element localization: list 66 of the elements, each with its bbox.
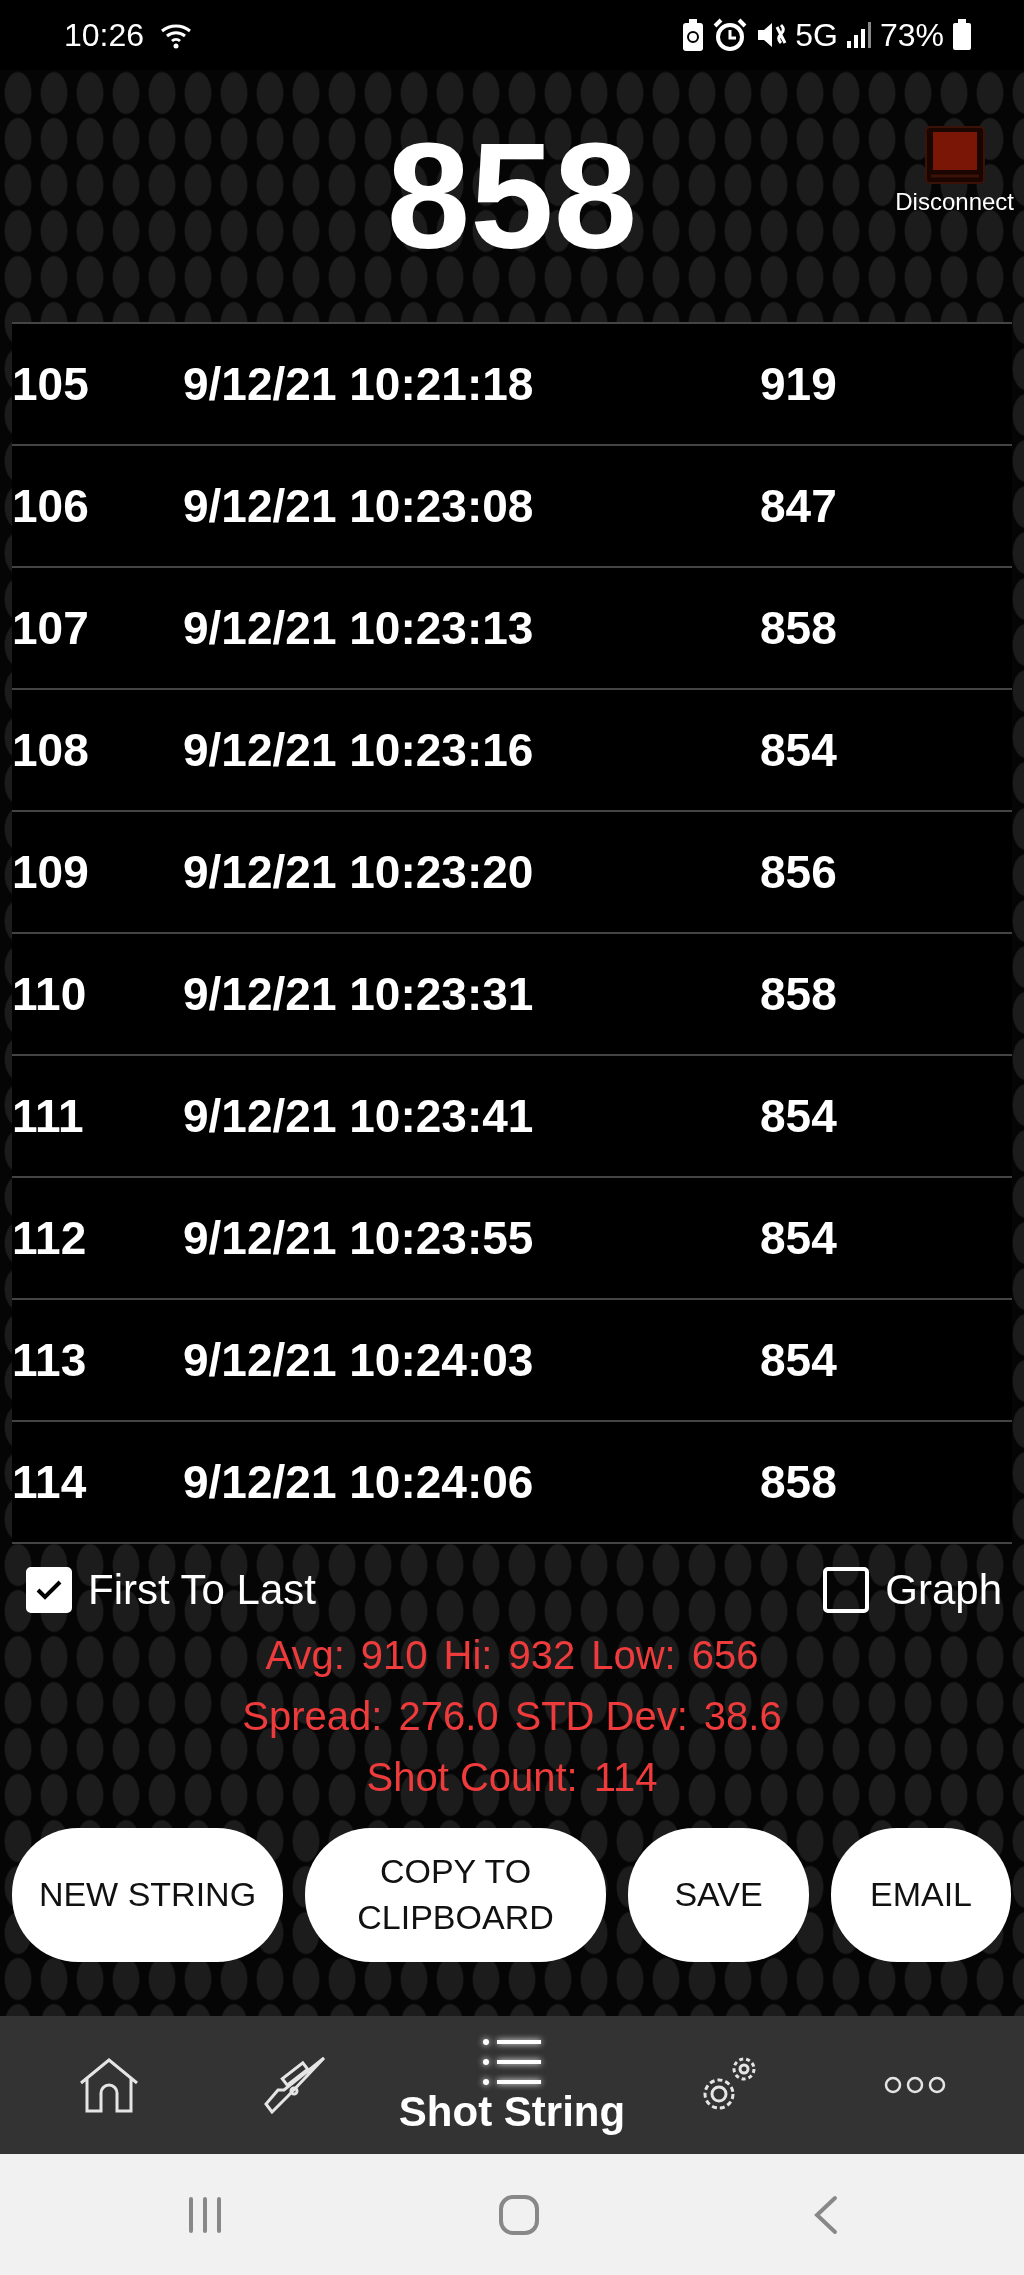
shot-time: 9/12/21 10:23:13 [183,600,535,656]
shot-time: 9/12/21 10:21:18 [183,356,535,412]
disconnect-label[interactable]: Disconnect [895,184,1014,220]
battery-saver-icon [681,18,706,52]
shot-time: 9/12/21 10:23:31 [183,966,535,1022]
shot-number: 112 [12,1210,88,1266]
more-icon [883,2076,946,2094]
shot-number: 108 [12,722,90,778]
shot-velocity: 858 [760,600,837,656]
signal-icon [845,21,872,49]
action-button[interactable]: SAVE [628,1828,809,1962]
stat-value: 932 [508,1632,576,1679]
checkbox[interactable] [26,1566,72,1613]
stat-label: Spread: [242,1693,383,1740]
stat-value: 910 [360,1632,428,1679]
home-icon [79,2057,140,2113]
stat-label: Shot Count: [366,1754,578,1801]
shot-time: 9/12/21 10:24:03 [183,1332,535,1388]
shot-velocity: 856 [760,844,837,900]
shot-number: 105 [12,356,90,412]
network-type: 5G [795,16,838,55]
action-button[interactable]: COPY TO CLIPBOARD [305,1828,606,1962]
shot-number: 113 [12,1332,88,1388]
stat-label: Hi: [443,1632,493,1679]
shot-time: 9/12/21 10:24:06 [183,1454,535,1510]
shot-number: 110 [12,966,88,1022]
shot-velocity: 858 [760,966,837,1022]
battery-percent: 73% [879,16,944,55]
shot-number: 111 [12,1088,85,1144]
stat-value: 114 [593,1754,658,1801]
shot-velocity: 919 [760,356,837,412]
action-button[interactable]: NEW STRING [12,1828,283,1962]
stat-label: Low: [591,1632,676,1679]
back-icon[interactable] [813,2194,840,2235]
shot-velocity: 854 [760,1332,837,1388]
shot-number: 114 [12,1454,88,1510]
shot-number: 107 [12,600,90,656]
stat-value: 276.0 [398,1693,499,1740]
shot-number: 106 [12,478,90,534]
shot-velocity: 854 [760,722,837,778]
shot-time: 9/12/21 10:23:16 [183,722,535,778]
shot-velocity: 858 [760,1454,837,1510]
checkbox[interactable] [823,1566,870,1613]
alarm-icon [713,18,748,52]
list-icon [483,2037,541,2087]
battery-icon [952,19,972,51]
rifle-icon [264,2056,327,2114]
shot-velocity: 847 [760,478,837,534]
stat-label: STD Dev: [514,1693,688,1740]
disconnect-icon[interactable] [924,126,985,184]
checkbox-label[interactable]: First To Last [88,1558,316,1621]
shot-number: 109 [12,844,90,900]
shot-time: 9/12/21 10:23:55 [183,1210,535,1266]
velocity-readout: 858 [386,121,638,271]
stat-value: 38.6 [703,1693,782,1740]
shot-time: 9/12/21 10:23:41 [183,1088,535,1144]
shot-time: 9/12/21 10:23:08 [183,478,535,534]
clock-time: 10:26 [64,16,145,55]
shot-velocity: 854 [760,1210,837,1266]
action-button[interactable]: EMAIL [831,1828,1011,1962]
stat-label: Avg: [265,1632,345,1679]
shot-velocity: 854 [760,1088,837,1144]
shot-time: 9/12/21 10:23:20 [183,844,535,900]
checkbox-label[interactable]: Graph [885,1558,1002,1621]
home-button-icon[interactable] [498,2193,540,2236]
stat-value: 656 [691,1632,759,1679]
